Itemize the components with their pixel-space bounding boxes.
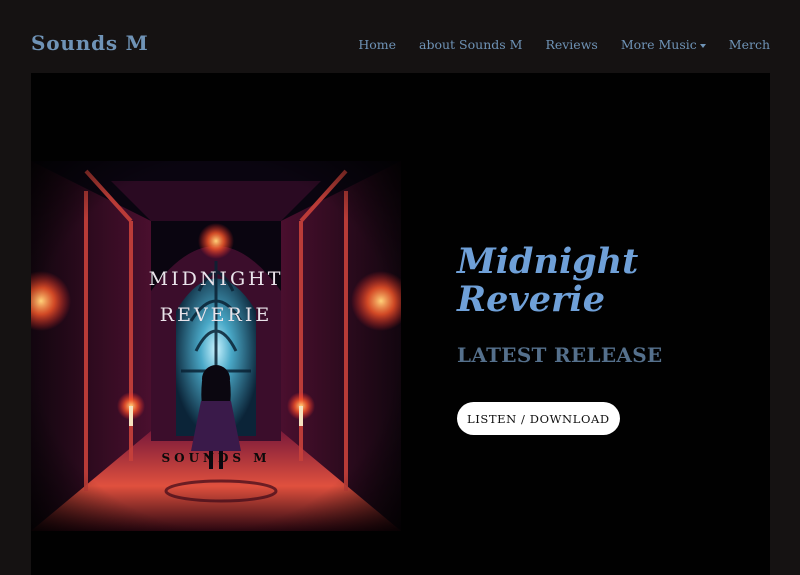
site-header: Sounds M Home about Sounds M Reviews Mor…: [0, 0, 800, 73]
release-subtitle: LATEST RELEASE: [457, 343, 663, 367]
nav-merch[interactable]: Merch: [729, 37, 770, 52]
main-nav: Home about Sounds M Reviews More Music M…: [358, 37, 770, 52]
hero-section: MIDNIGHT REVERIE SOUNDS M Midnight Rever…: [31, 73, 770, 575]
album-cover[interactable]: MIDNIGHT REVERIE SOUNDS M: [31, 161, 401, 531]
cover-title-line1: MIDNIGHT: [149, 268, 284, 290]
site-title[interactable]: Sounds M: [31, 31, 149, 55]
album-cover-art: MIDNIGHT REVERIE SOUNDS M: [31, 161, 401, 531]
chevron-down-icon: [699, 43, 706, 48]
nav-home-label: Home: [358, 37, 397, 52]
nav-merch-label: Merch: [728, 37, 770, 52]
nav-reviews[interactable]: Reviews: [545, 37, 597, 52]
cover-artist: SOUNDS M: [161, 451, 270, 465]
nav-more-music[interactable]: More Music: [621, 37, 706, 52]
nav-reviews-label: Reviews: [545, 37, 598, 52]
cover-title-line2: REVERIE: [160, 304, 272, 326]
nav-about[interactable]: about Sounds M: [419, 37, 522, 52]
listen-download-button[interactable]: LISTEN / DOWNLOAD: [457, 402, 620, 435]
nav-about-label: about Sounds M: [419, 37, 523, 52]
nav-home[interactable]: Home: [358, 37, 396, 52]
nav-more-music-label: More Music: [620, 37, 697, 52]
release-title: Midnight Reverie: [457, 241, 639, 320]
